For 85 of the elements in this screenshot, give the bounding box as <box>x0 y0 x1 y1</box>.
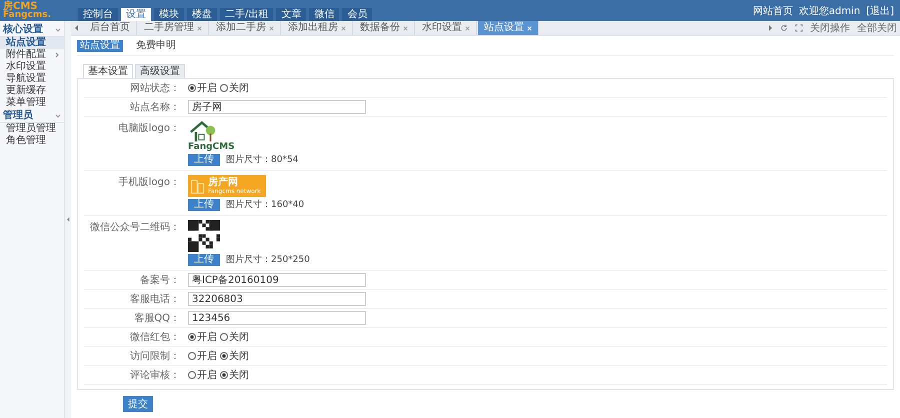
field-label: 评论审核： <box>129 368 181 382</box>
nav-tab[interactable]: 设置 <box>121 8 151 21</box>
field-label: 电脑版logo： <box>118 122 181 135</box>
sidebar-item[interactable]: 附件配置 <box>0 49 64 61</box>
close-icon[interactable] <box>465 26 470 30</box>
nav-tab[interactable]: 微信 <box>309 8 340 21</box>
header-link[interactable]: [退出] <box>866 4 894 18</box>
close-icon[interactable] <box>341 26 346 30</box>
chevron-icon <box>55 26 61 32</box>
field-label: 访问限制： <box>129 350 181 363</box>
radio-button[interactable] <box>188 333 196 341</box>
page-tab[interactable]: 添加出租房 <box>282 21 353 35</box>
nav-tab[interactable]: 楼盘 <box>187 8 217 21</box>
sub-tab[interactable]: 免费申明 <box>133 40 179 52</box>
upload-button[interactable]: 上传 <box>188 254 220 266</box>
radio-button[interactable] <box>220 333 228 341</box>
refresh-icon[interactable] <box>780 24 788 32</box>
header-link[interactable]: 网站首页 <box>752 4 793 18</box>
field-label: 站点名称： <box>129 100 181 114</box>
radio-button[interactable] <box>188 352 196 360</box>
chevron-icon <box>55 112 61 118</box>
nav-tab[interactable]: 文章 <box>276 8 306 21</box>
fullscreen-icon[interactable] <box>795 24 803 32</box>
radio-button[interactable] <box>220 352 228 360</box>
form-tab[interactable]: 基本设置 <box>83 64 133 79</box>
page-tab[interactable]: 添加二手房 <box>210 21 281 35</box>
sidebar-item[interactable]: 更新缓存 <box>0 85 64 97</box>
tab-action[interactable]: 全部关闭 <box>854 21 900 35</box>
radio-label: 开启 <box>197 330 217 344</box>
nav-tab[interactable]: 会员 <box>342 8 372 21</box>
qr-code-drawing <box>188 220 220 252</box>
tab-action[interactable]: 关闭操作 <box>807 21 853 35</box>
field-label: 客服QQ： <box>133 312 181 325</box>
input-field[interactable]: 32206803 <box>188 292 366 306</box>
field-label: 手机版logo： <box>118 176 181 189</box>
close-icon[interactable] <box>269 26 274 30</box>
header-link[interactable]: 欢迎您admin <box>798 4 860 18</box>
submit-button[interactable]: 提交 <box>123 396 153 412</box>
sidebar-item[interactable]: 菜单管理 <box>0 97 64 109</box>
sidebar-item[interactable]: 角色管理 <box>0 135 64 147</box>
input-field[interactable]: 123456 <box>188 311 366 325</box>
input-field[interactable]: 房子网 <box>188 100 366 114</box>
field-label: 网站状态： <box>129 82 181 95</box>
sidebar-section[interactable]: 管理员 <box>0 109 64 123</box>
sidebar-item[interactable]: 管理员管理 <box>0 123 64 135</box>
field-label: 客服电话： <box>129 292 181 306</box>
size-hint: 图片尺寸：80*54 <box>226 154 298 166</box>
radio-label: 开启 <box>197 368 217 382</box>
radio-label: 关闭 <box>229 350 249 363</box>
upload-button[interactable]: 上传 <box>188 198 220 210</box>
upload-button[interactable]: 上传 <box>188 154 220 166</box>
scroll-left-icon[interactable] <box>75 25 79 31</box>
sidebar-item[interactable]: 导航设置 <box>0 73 64 85</box>
nav-tab[interactable]: 控制台 <box>78 8 118 21</box>
radio-button[interactable] <box>188 84 196 92</box>
radio-button[interactable] <box>188 371 196 379</box>
radio-label: 关闭 <box>229 330 249 344</box>
form-tab[interactable]: 高级设置 <box>135 64 185 79</box>
nav-tab[interactable]: 二手/出租 <box>220 8 274 21</box>
page-tab[interactable]: 水印设置 <box>416 21 477 35</box>
field-label: 备案号： <box>139 274 181 287</box>
close-icon[interactable] <box>197 26 202 30</box>
size-hint: 图片尺寸：250*250 <box>226 254 310 266</box>
logo: 房CMS Fangcms. <box>2 0 52 21</box>
input-field[interactable]: 粤ICP备20160109 <box>188 273 366 287</box>
radio-label: 开启 <box>197 350 217 363</box>
radio-label: 开启 <box>197 82 217 95</box>
sidebar-item[interactable]: 水印设置 <box>0 61 64 73</box>
logo-text: 房产网 <box>208 178 239 188</box>
page-tab[interactable]: 数据备份 <box>354 21 415 35</box>
radio-label: 关闭 <box>229 82 249 95</box>
field-label: 微信公众号二维码： <box>89 220 181 234</box>
radio-button[interactable] <box>220 84 228 92</box>
size-hint: 图片尺寸：160*40 <box>226 198 304 211</box>
nav-tab[interactable]: 模块 <box>154 8 184 21</box>
field-label: 微信红包： <box>129 331 181 344</box>
building-icon <box>190 178 206 194</box>
page-tab[interactable]: 后台首页 <box>84 21 137 35</box>
radio-label: 关闭 <box>229 368 249 382</box>
radio-button[interactable] <box>220 371 228 379</box>
page-tab[interactable]: 二手房管理 <box>138 21 209 35</box>
close-icon[interactable] <box>403 26 408 30</box>
sub-tab[interactable]: 站点设置 <box>77 40 123 52</box>
scroll-right-icon[interactable] <box>768 25 772 31</box>
sidebar-item[interactable]: 站点设置 <box>0 37 64 49</box>
